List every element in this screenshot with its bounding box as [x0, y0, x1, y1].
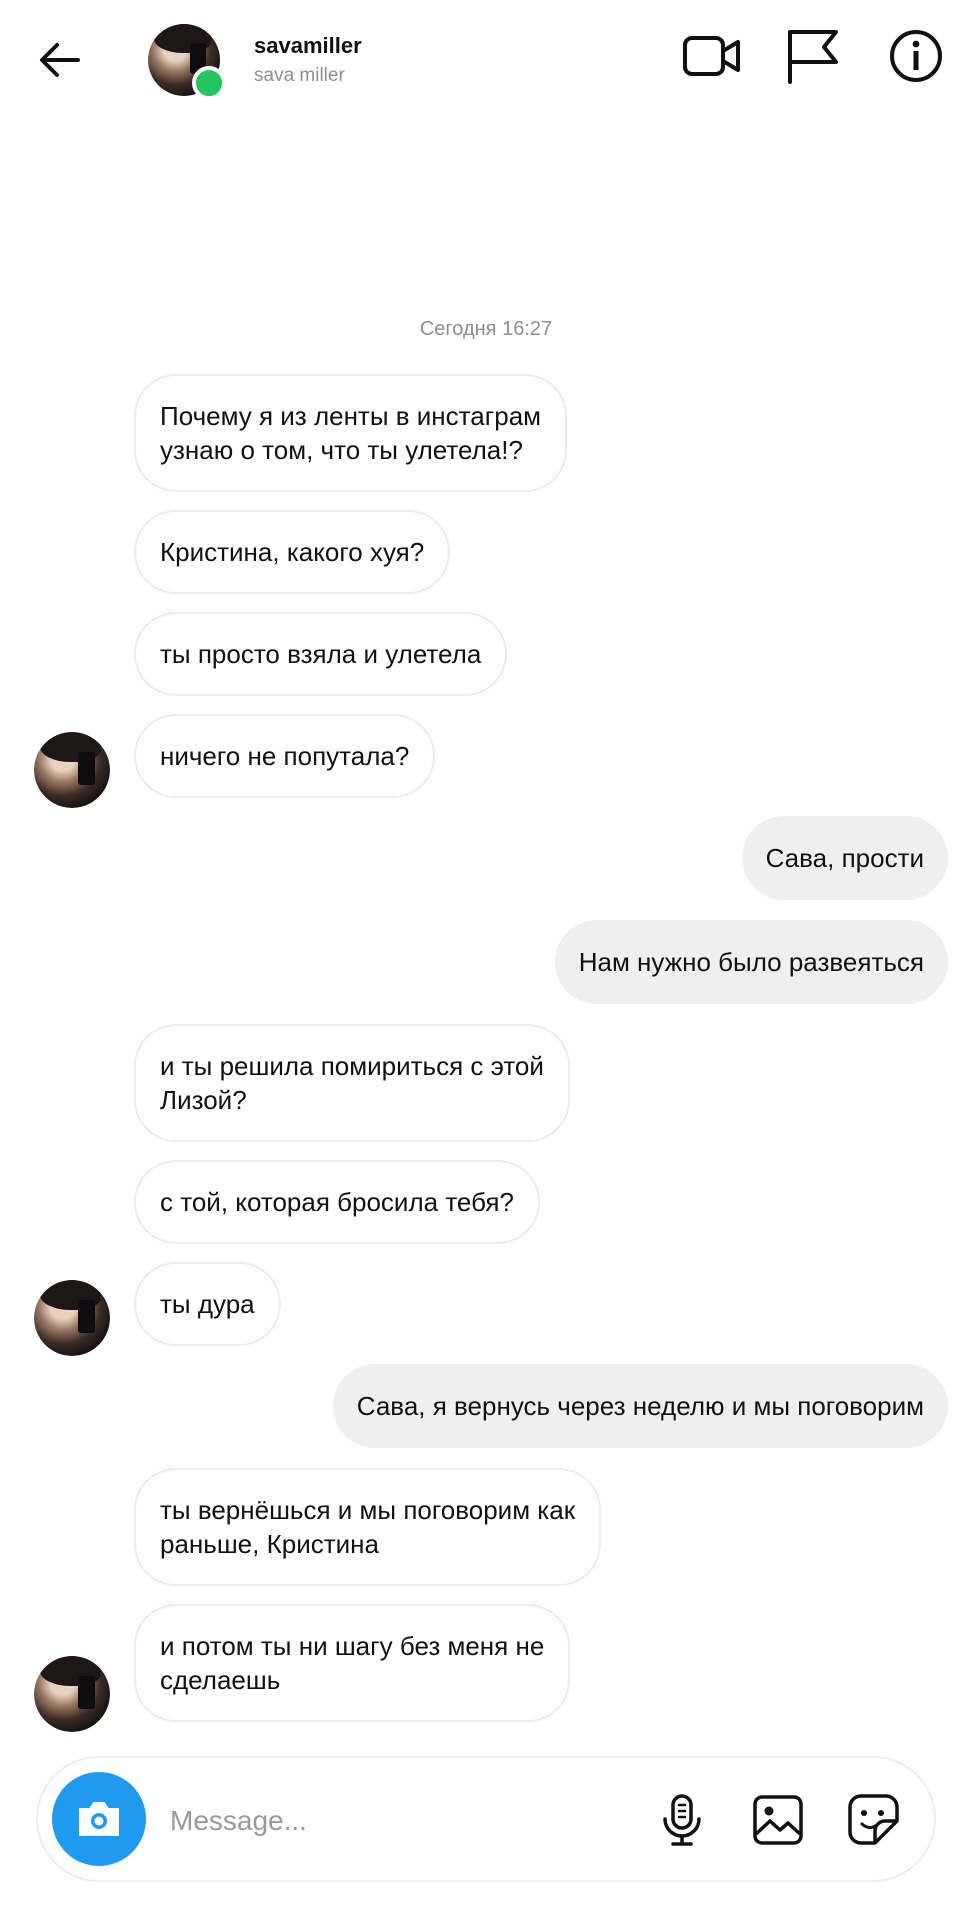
contact-fullname: sava miller: [254, 65, 345, 86]
incoming-message[interactable]: ты дура: [134, 1262, 281, 1346]
message-text: ты просто взяла и улетела: [160, 639, 482, 669]
info-icon: [890, 30, 942, 82]
sender-avatar[interactable]: [34, 1656, 110, 1732]
incoming-message[interactable]: и потом ты ни шагу без меня не сделаешь: [134, 1604, 571, 1722]
incoming-message[interactable]: Почему я из ленты в инстаграм узнаю о то…: [134, 374, 568, 492]
contact-username[interactable]: savamiller: [254, 33, 362, 59]
incoming-message[interactable]: ты вернёшься и мы поговорим как раньше, …: [134, 1468, 602, 1586]
microphone-icon: [663, 1794, 701, 1846]
outgoing-message[interactable]: Сава, я вернусь через неделю и мы погово…: [332, 1364, 948, 1448]
message-text: и ты решила помириться с этой Лизой?: [160, 1051, 544, 1115]
message-composer: [36, 1756, 936, 1882]
flag-icon: [788, 30, 838, 84]
report-button[interactable]: [780, 24, 844, 88]
sticker-button[interactable]: [842, 1788, 906, 1852]
camera-icon: [79, 1802, 119, 1836]
message-text: Сава, я вернусь через неделю и мы погово…: [356, 1391, 924, 1421]
chat-header: savamiller sava miller: [0, 0, 972, 120]
message-text: Кристина, какого хуя?: [160, 537, 425, 567]
incoming-message[interactable]: ты просто взяла и улетела: [134, 612, 508, 696]
image-icon: [753, 1795, 803, 1845]
video-call-button[interactable]: [680, 24, 744, 88]
incoming-message[interactable]: и ты решила помириться с этой Лизой?: [134, 1024, 570, 1142]
info-button[interactable]: [884, 24, 948, 88]
message-text: Нам нужно было развеяться: [578, 947, 924, 977]
message-input[interactable]: [168, 1796, 652, 1846]
voice-message-button[interactable]: [650, 1788, 714, 1852]
sender-avatar[interactable]: [34, 732, 110, 808]
message-text: с той, которая бросила тебя?: [160, 1187, 514, 1217]
conversation-timestamp: Сегодня 16:27: [419, 318, 553, 340]
message-text: ты дура: [160, 1289, 255, 1319]
back-button[interactable]: [30, 32, 90, 88]
online-status-dot: [192, 66, 226, 100]
incoming-message[interactable]: с той, которая бросила тебя?: [134, 1160, 540, 1244]
sender-avatar[interactable]: [34, 1280, 110, 1356]
incoming-message[interactable]: ничего не попутала?: [134, 714, 436, 798]
message-text: ты вернёшься и мы поговорим как раньше, …: [160, 1495, 576, 1559]
message-text: Почему я из ленты в инстаграм узнаю о то…: [160, 401, 542, 465]
outgoing-message[interactable]: Нам нужно было развеяться: [554, 920, 948, 1004]
incoming-message[interactable]: Кристина, какого хуя?: [134, 510, 451, 594]
message-text: Сава, прости: [765, 843, 924, 873]
camera-button[interactable]: [52, 1772, 146, 1866]
contact-avatar[interactable]: [148, 24, 226, 100]
gallery-button[interactable]: [746, 1788, 810, 1852]
message-text: ничего не попутала?: [160, 741, 410, 771]
outgoing-message[interactable]: Сава, прости: [741, 816, 948, 900]
message-text: и потом ты ни шагу без меня не сделаешь: [160, 1631, 545, 1695]
video-camera-icon: [683, 36, 740, 76]
arrow-left-icon: [40, 43, 80, 77]
sticker-icon: [848, 1794, 899, 1845]
